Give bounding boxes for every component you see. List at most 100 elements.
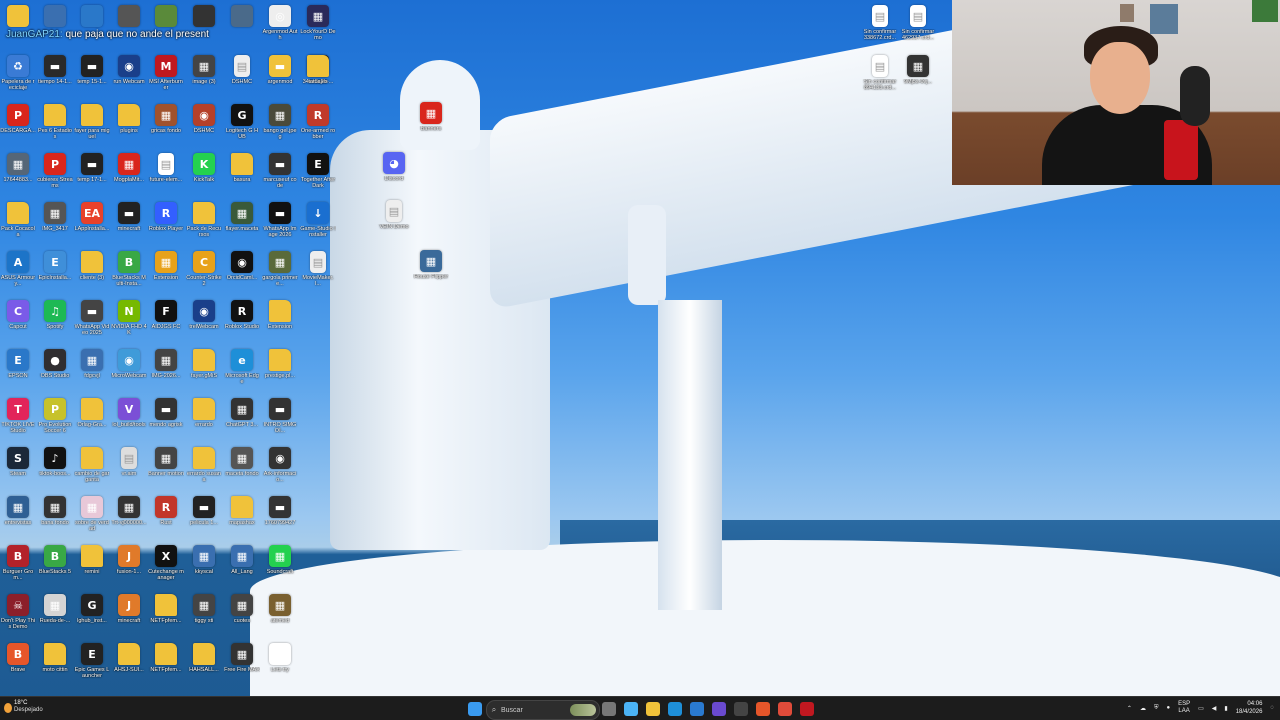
- desktop-icon[interactable]: K KickTalk: [186, 153, 222, 189]
- desktop-icon[interactable]: ▦ gricas fondo: [148, 104, 184, 140]
- desktop-icon[interactable]: ▦ Soundcraft: [262, 545, 298, 581]
- desktop-icon[interactable]: ▬ pelicula 1...: [186, 496, 222, 532]
- desktop-icon[interactable]: [224, 5, 260, 27]
- desktop-icon[interactable]: fayer para miguel: [74, 104, 110, 140]
- desktop-icon[interactable]: ◉ run Webcam: [111, 55, 147, 91]
- desktop-icon[interactable]: ▤ MovieMaker.l...: [300, 251, 336, 287]
- windows-start-icon[interactable]: [468, 702, 482, 716]
- desktop-icon[interactable]: ▦ cuotes: [224, 594, 260, 630]
- weather-widget[interactable]: 18°C Despejado: [14, 700, 43, 714]
- desktop-icon[interactable]: NETFpfem...: [148, 643, 184, 679]
- desktop-icon[interactable]: fayer.gMiS: [186, 349, 222, 385]
- desktop-icon[interactable]: Vlol_build/tools: [111, 398, 147, 434]
- desktop-icon[interactable]: EA LAppInstalla...: [74, 202, 110, 238]
- desktop-icon[interactable]: ▦ maceta fondo: [224, 447, 260, 483]
- desktop-icon[interactable]: ♪ tiktok-boos...: [37, 447, 73, 483]
- desktop-icon[interactable]: HAHSALL...: [186, 643, 222, 679]
- desktop-icon[interactable]: Pcubieres Streams: [37, 153, 73, 189]
- desktop-icon[interactable]: ▦ tiggy sti: [186, 594, 222, 630]
- desktop-icon[interactable]: ◉ trelWebcam: [186, 300, 222, 336]
- desktop-icon[interactable]: [37, 5, 73, 27]
- desktop-icon[interactable]: ▦ Extension: [148, 251, 184, 287]
- desktop-icon[interactable]: remini: [74, 545, 110, 581]
- copilot-icon[interactable]: [624, 702, 638, 716]
- desktop-icon[interactable]: ▬ mendo agrisk: [148, 398, 184, 434]
- desktop-icon[interactable]: Pes 6 Estadios: [37, 104, 73, 140]
- desktop-icon[interactable]: errardo: [186, 398, 222, 434]
- task-view-icon[interactable]: [602, 702, 616, 716]
- desktop-icon[interactable]: ▤ future-elem...: [148, 153, 184, 189]
- mic-icon[interactable]: ●: [1166, 705, 1170, 711]
- notification-bell-icon[interactable]: ◌: [1270, 705, 1274, 711]
- desktop-icon[interactable]: ▤ DSHMC: [224, 55, 260, 91]
- desktop-icon[interactable]: ▦ ChatGPT 3...: [224, 398, 260, 434]
- desktop-icon[interactable]: Pack de Recursos: [186, 202, 222, 238]
- desktop-icon[interactable]: ▦ IMG_3417: [37, 202, 73, 238]
- desktop-icon[interactable]: tatuajes: [300, 55, 336, 91]
- desktop-icon[interactable]: ● OBS Studio: [37, 349, 73, 385]
- chrome-icon[interactable]: [778, 702, 792, 716]
- desktop-icon[interactable]: ▦ All_Lang: [224, 545, 260, 581]
- desktop-icon[interactable]: ▦ LockYourD Demo: [300, 5, 336, 41]
- desktop-icon[interactable]: A ASUS Armoury...: [0, 251, 36, 287]
- security-icon[interactable]: ⛨: [1154, 705, 1159, 712]
- desktop-icon[interactable]: R Roblox Studio: [224, 300, 260, 336]
- desktop-icon[interactable]: T TIKTOK LIVE Studio: [0, 398, 36, 434]
- desktop-icon[interactable]: ▦ bana fondo: [37, 496, 73, 532]
- edge-icon[interactable]: [668, 702, 682, 716]
- desktop-icon[interactable]: ◉ MicroWebcam: [111, 349, 147, 385]
- desktop-icon[interactable]: ↓ Game-Studio Installer: [300, 202, 336, 238]
- store-icon[interactable]: [690, 702, 704, 716]
- desktop-icon[interactable]: ▦ Trt-vj000000...: [111, 496, 147, 532]
- desktop-icon[interactable]: Jminecraft: [111, 594, 147, 630]
- desktop-icon[interactable]: R One-armed robber: [300, 104, 336, 140]
- desktop-icon[interactable]: ▦ IMG-2026...: [148, 349, 184, 385]
- desktop-icon[interactable]: B BlueStacks 5: [37, 545, 73, 581]
- desktop-icon[interactable]: Pack Cocacola: [0, 202, 36, 238]
- desktop-icon[interactable]: ▦ Banner motion: [148, 447, 184, 483]
- onedrive-icon[interactable]: ☁: [1140, 705, 1146, 712]
- desktop-icon[interactable]: P Pro Evolution Soccer 6: [37, 398, 73, 434]
- desktop-icon[interactable]: ▤ Sin confirmar 338672.crd...: [862, 5, 898, 41]
- clock[interactable]: 04:06 18/4/2026: [1236, 700, 1263, 716]
- desktop-icon[interactable]: e Microsoft Edge: [224, 349, 260, 385]
- desktop-icon[interactable]: ▦ 17644883...: [0, 153, 36, 189]
- desktop-icon[interactable]: ♫ Spotify: [37, 300, 73, 336]
- desktop-icon[interactable]: ◉ Ark-informacio...: [262, 447, 298, 483]
- volume-icon[interactable]: ◀: [1212, 705, 1217, 712]
- desktop-icon[interactable]: B Burguer Grom...: [0, 545, 36, 581]
- desktop-icon[interactable]: ♻ Papelera de reciclaje: [0, 55, 36, 91]
- desktop-icon[interactable]: ▬ temp 15-1...: [74, 55, 110, 91]
- desktop-icon[interactable]: ▤ Sin confirmar 462937.crd...: [900, 5, 936, 41]
- file-explorer-icon[interactable]: [646, 702, 660, 716]
- desktop-icon[interactable]: ▦ kkyscal: [186, 545, 222, 581]
- desktop-icon[interactable]: X Cutechange manager: [148, 545, 184, 581]
- desktop-icon[interactable]: E Together After Dark: [300, 153, 336, 189]
- network-icon[interactable]: ▭: [1198, 705, 1204, 712]
- desktop-icon[interactable]: ▦ Banners: [413, 102, 449, 138]
- desktop-icon[interactable]: G Logitech G HUB: [224, 104, 260, 140]
- desktop-icon[interactable]: E EpicInstalla...: [37, 251, 73, 287]
- battery-icon[interactable]: ▮: [1224, 705, 1227, 712]
- desktop-icon[interactable]: [186, 5, 222, 27]
- desktop-icon[interactable]: cliente (3): [74, 251, 110, 287]
- desktop-icon[interactable]: ▬ tiempo 14-1...: [37, 55, 73, 91]
- desktop-icon[interactable]: ▦ sobre de verdad: [74, 496, 110, 532]
- desktop-icon[interactable]: ▦ entrevistas: [0, 496, 36, 532]
- desktop-icon[interactable]: ▬ temp 17-1...: [74, 153, 110, 189]
- desktop-icon[interactable]: ▤ vr.aim: [111, 447, 147, 483]
- desktop-icon[interactable]: Jfusion-1...: [111, 545, 147, 581]
- desktop-icon[interactable]: R Roblox Player: [148, 202, 184, 238]
- desktop-icon[interactable]: ◕ Discord: [376, 152, 412, 188]
- desktop-icon[interactable]: C Capcut: [0, 300, 36, 336]
- brave-icon[interactable]: [756, 702, 770, 716]
- desktop-icon[interactable]: ▦ image (3): [186, 55, 222, 91]
- desktop-icon[interactable]: ▦ fdgcvjl: [74, 349, 110, 385]
- desktop-icon[interactable]: ▦ House Flipper: [413, 250, 449, 286]
- desktop-icon[interactable]: [74, 5, 110, 27]
- desktop-icon[interactable]: ▬ INTRO SIMGOI...: [262, 398, 298, 434]
- recording-icon[interactable]: [800, 702, 814, 716]
- desktop-icon[interactable]: E EPSON: [0, 349, 36, 385]
- desktop-icon[interactable]: errardo susana: [186, 447, 222, 483]
- desktop-icon[interactable]: NETFpfem...: [148, 594, 184, 630]
